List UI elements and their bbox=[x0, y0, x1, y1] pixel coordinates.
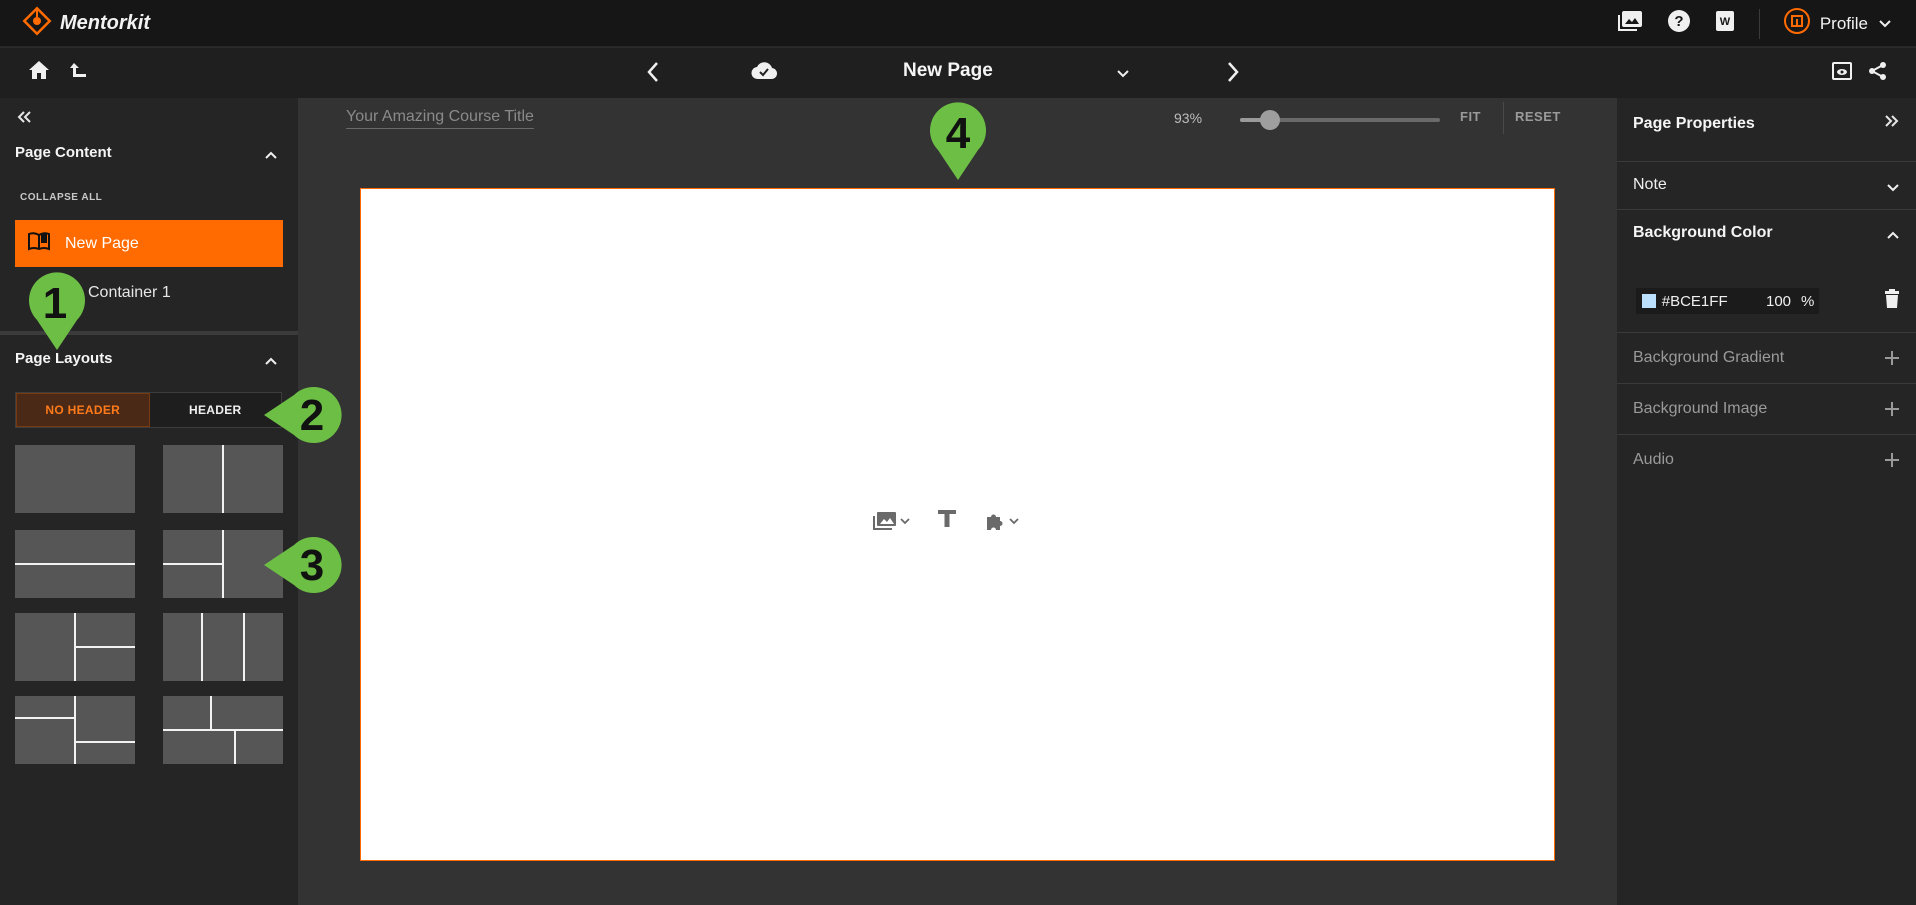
page-properties-header: Page Properties bbox=[1617, 98, 1916, 162]
fit-button[interactable]: FIT bbox=[1460, 109, 1481, 124]
mentorkit-logo-icon bbox=[22, 6, 52, 41]
page-title[interactable]: New Page bbox=[903, 60, 993, 82]
top-app-bar: Mentorkit ? W Profile bbox=[0, 0, 1916, 47]
background-gradient-label: Background Gradient bbox=[1633, 349, 1785, 366]
up-level-icon[interactable] bbox=[68, 60, 88, 85]
page-properties-title: Page Properties bbox=[1633, 115, 1755, 132]
chevron-down-icon bbox=[1886, 180, 1900, 198]
share-icon[interactable] bbox=[1868, 61, 1888, 86]
background-color-label: Background Color bbox=[1633, 224, 1773, 241]
insert-text-icon[interactable] bbox=[936, 507, 958, 534]
brand[interactable]: Mentorkit bbox=[22, 6, 150, 41]
page-select-chevron-icon[interactable] bbox=[1116, 66, 1130, 84]
color-hex-value: #BCE1FF bbox=[1661, 292, 1728, 310]
callout-marker-2: 2 bbox=[264, 387, 342, 443]
insert-toolbar bbox=[873, 507, 1019, 534]
preview-icon[interactable] bbox=[1832, 62, 1852, 85]
home-icon[interactable] bbox=[28, 60, 50, 85]
opacity-input[interactable]: 100 % bbox=[1760, 288, 1820, 314]
zoom-slider-handle[interactable] bbox=[1260, 110, 1280, 130]
opacity-value: 100 bbox=[1766, 292, 1792, 310]
layout-cross-offset[interactable] bbox=[15, 696, 135, 764]
media-library-icon[interactable] bbox=[1617, 10, 1643, 37]
layout-two-rows[interactable] bbox=[15, 530, 135, 598]
page-layouts-heading: Page Layouts bbox=[15, 350, 113, 367]
course-title-input[interactable]: Your Amazing Course Title bbox=[346, 108, 534, 129]
chevron-up-icon[interactable] bbox=[1886, 227, 1900, 245]
layout-three-columns[interactable] bbox=[163, 613, 283, 681]
callout-marker-1: 1 bbox=[29, 272, 85, 350]
page-content-heading: Page Content bbox=[15, 144, 112, 161]
layout-single[interactable] bbox=[15, 445, 135, 513]
percent-sign: % bbox=[1801, 292, 1815, 310]
zoom-level: 93% bbox=[1174, 110, 1203, 126]
audio-label: Audio bbox=[1633, 451, 1674, 468]
divider bbox=[1503, 102, 1504, 134]
audio-section[interactable]: Audio bbox=[1617, 435, 1916, 485]
profile-label: Profile bbox=[1819, 13, 1868, 33]
tree-item-new-page[interactable]: New Page bbox=[15, 220, 283, 267]
background-color-section: Background Color bbox=[1617, 210, 1916, 333]
layout-two-columns[interactable] bbox=[163, 445, 283, 513]
cloud-saved-icon[interactable] bbox=[751, 61, 778, 86]
page-toolbar: New Page bbox=[0, 48, 1916, 98]
note-section[interactable]: Note bbox=[1617, 162, 1916, 210]
callout-marker-4: 4 bbox=[930, 102, 986, 180]
background-image-section[interactable]: Background Image bbox=[1617, 384, 1916, 435]
svg-text:2: 2 bbox=[300, 391, 324, 440]
color-input[interactable]: #BCE1FF 100 % bbox=[1636, 288, 1820, 314]
right-panel: Page Properties Note Background Color #B… bbox=[1617, 98, 1916, 905]
left-panel: Page Content COLLAPSE ALL New Page Conta… bbox=[0, 98, 298, 905]
layout-header-toggle: NO HEADER HEADER bbox=[15, 392, 282, 428]
callout-marker-3: 3 bbox=[264, 537, 342, 593]
add-icon[interactable] bbox=[1884, 350, 1900, 371]
chevron-down-icon bbox=[1878, 14, 1892, 34]
reset-button[interactable]: RESET bbox=[1515, 109, 1561, 124]
svg-text:1: 1 bbox=[43, 279, 67, 328]
page-canvas[interactable] bbox=[360, 188, 1555, 861]
svg-text:3: 3 bbox=[300, 541, 324, 590]
delete-color-icon[interactable] bbox=[1884, 289, 1900, 314]
chevron-up-icon[interactable] bbox=[264, 353, 278, 371]
book-page-icon bbox=[27, 231, 51, 256]
previous-page-icon[interactable] bbox=[646, 61, 660, 88]
background-image-label: Background Image bbox=[1633, 400, 1768, 417]
next-page-icon[interactable] bbox=[1226, 61, 1240, 88]
collapse-all-button[interactable]: COLLAPSE ALL bbox=[20, 192, 102, 203]
chevron-up-icon[interactable] bbox=[264, 147, 278, 165]
expand-panel-icon[interactable] bbox=[1884, 114, 1900, 133]
add-icon[interactable] bbox=[1884, 401, 1900, 422]
svg-text:4: 4 bbox=[946, 109, 971, 158]
tree-item-label: Container 1 bbox=[88, 283, 171, 301]
svg-text:?: ? bbox=[1674, 13, 1683, 30]
insert-widget-icon[interactable] bbox=[984, 510, 1019, 532]
note-label: Note bbox=[1633, 176, 1667, 193]
background-gradient-section[interactable]: Background Gradient bbox=[1617, 333, 1916, 384]
divider bbox=[1758, 8, 1760, 39]
word-doc-icon[interactable]: W bbox=[1715, 10, 1735, 37]
insert-media-icon[interactable] bbox=[873, 511, 910, 531]
add-icon[interactable] bbox=[1884, 452, 1900, 473]
layout-brick[interactable] bbox=[163, 696, 283, 764]
tab-no-header[interactable]: NO HEADER bbox=[16, 393, 150, 427]
collapse-panel-icon[interactable] bbox=[16, 110, 32, 129]
layout-left-full-right-split[interactable] bbox=[15, 613, 135, 681]
app-name: Mentorkit bbox=[60, 12, 150, 34]
zoom-slider[interactable] bbox=[1240, 110, 1440, 130]
svg-text:W: W bbox=[1720, 16, 1731, 28]
profile-menu[interactable]: Profile bbox=[1783, 8, 1892, 39]
color-swatch[interactable] bbox=[1642, 294, 1656, 308]
help-icon[interactable]: ? bbox=[1667, 9, 1691, 38]
profile-avatar-icon bbox=[1783, 8, 1810, 39]
canvas-area: Your Amazing Course Title 93% FIT RESET bbox=[298, 98, 1617, 905]
tree-item-label: New Page bbox=[65, 234, 139, 252]
